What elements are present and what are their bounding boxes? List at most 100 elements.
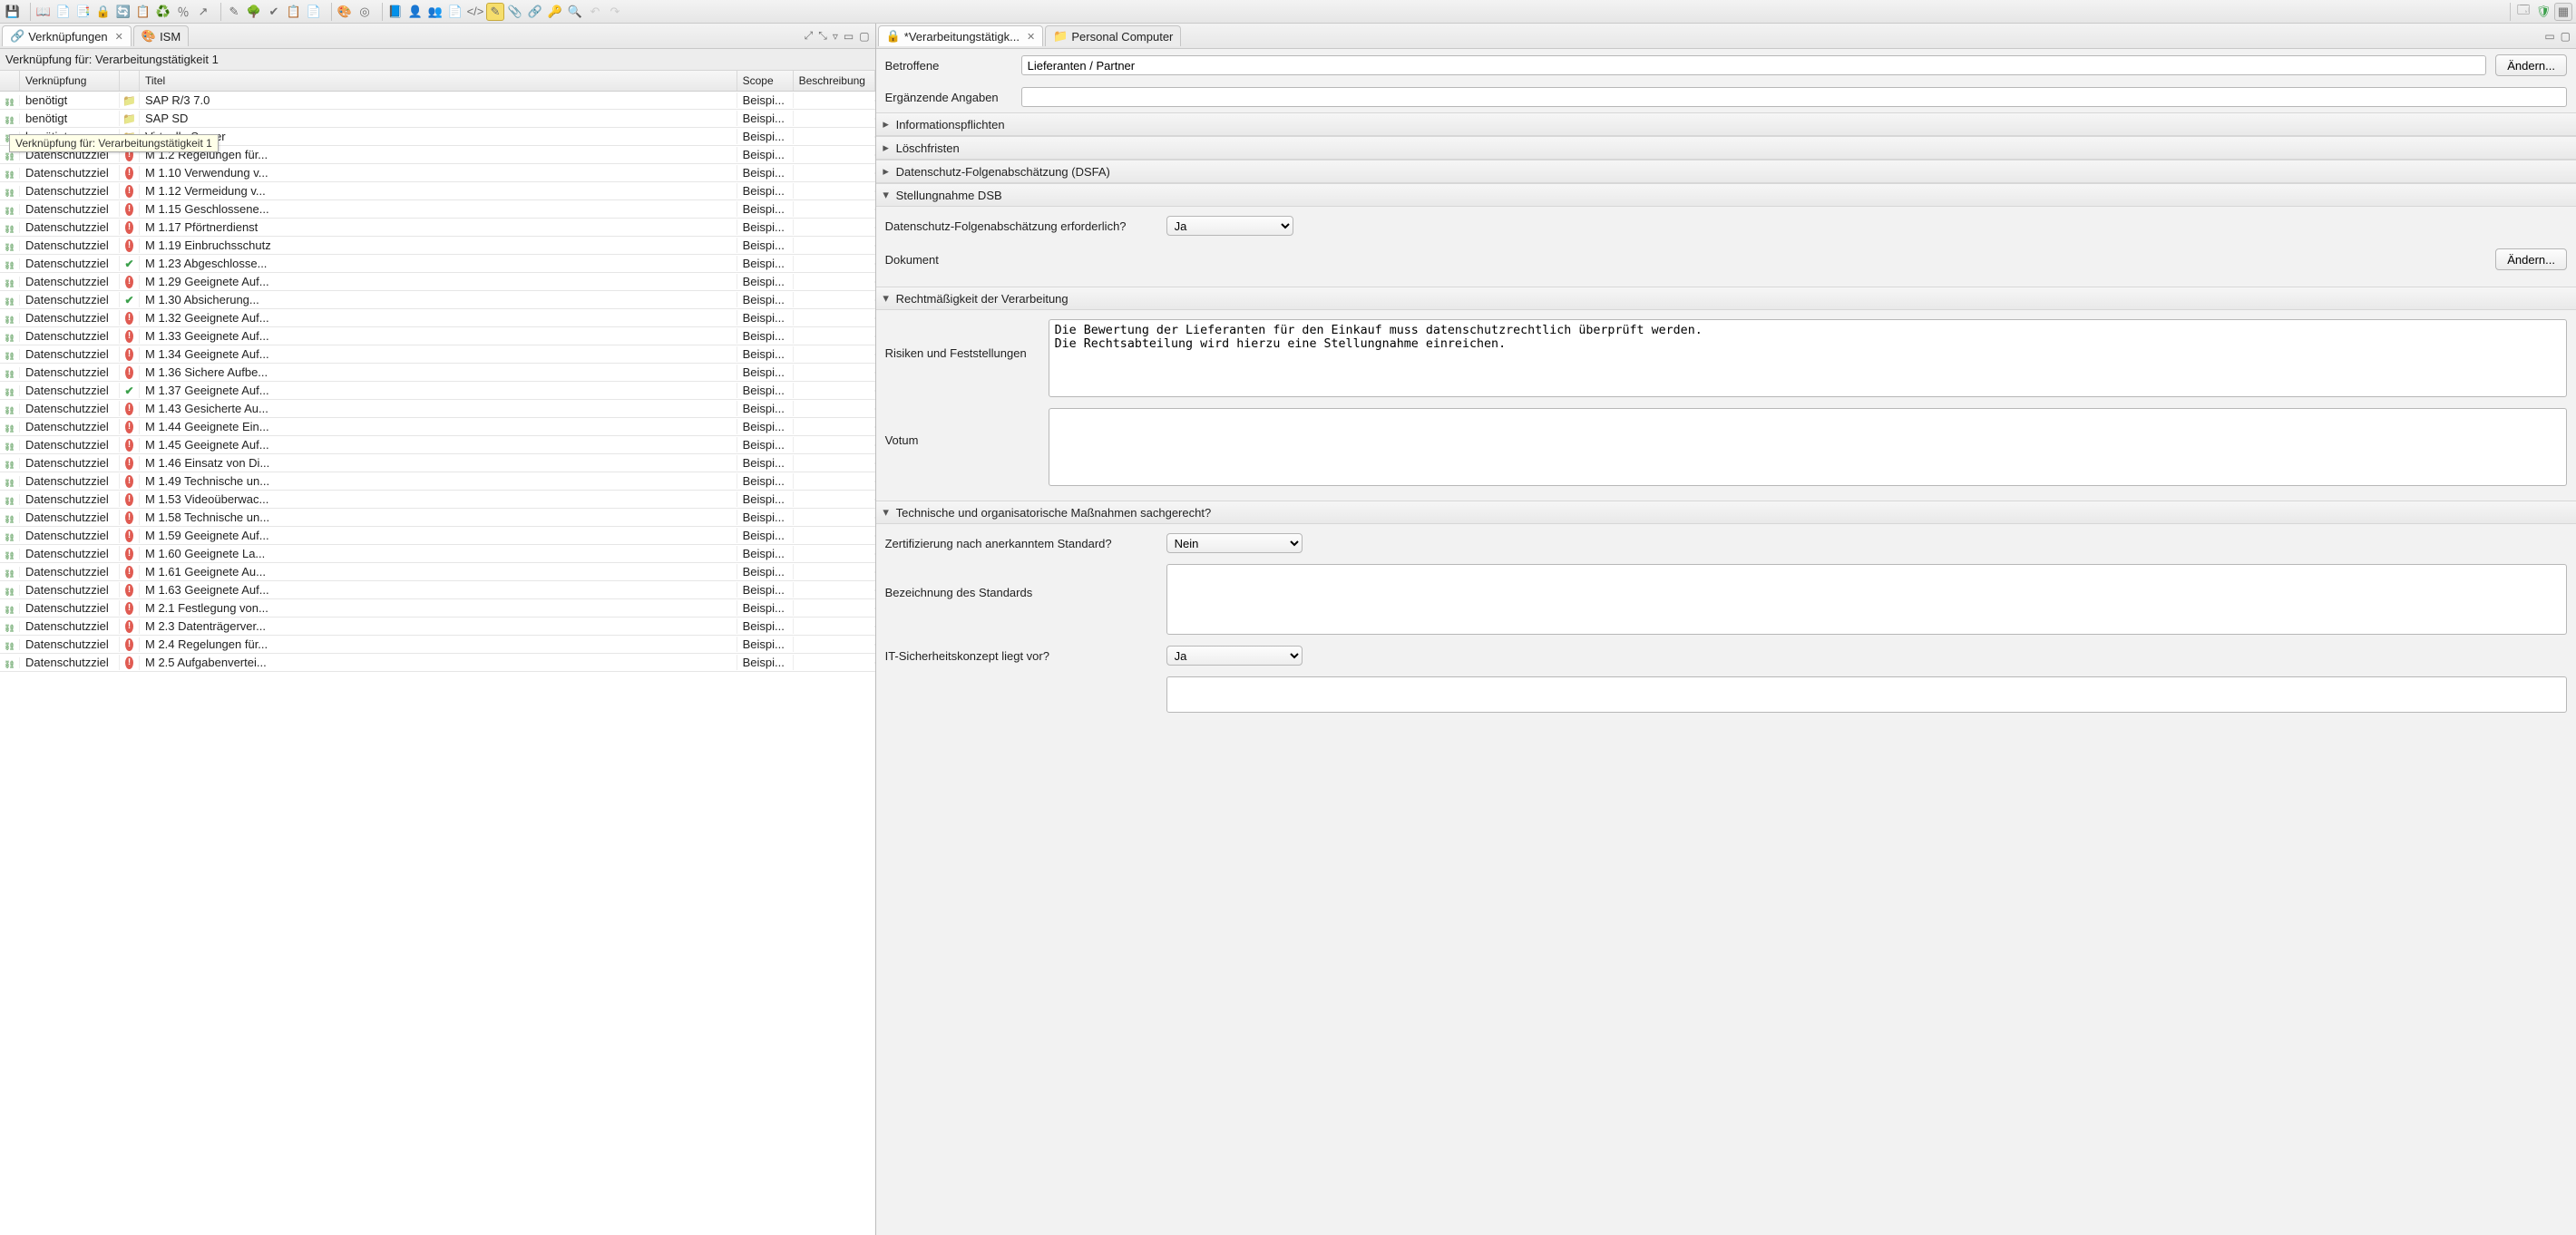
row-title: M 2.1 Festlegung von... [140, 600, 737, 616]
table-row[interactable]: DatenschutzzielM 1.23 Abgeschlosse...Bei… [0, 255, 875, 273]
shield-ok-icon[interactable]: 🛡 [2534, 3, 2552, 21]
save-icon[interactable]: 💾 [4, 3, 22, 21]
table-row[interactable]: DatenschutzzielM 1.17 PförtnerdienstBeis… [0, 219, 875, 237]
tab-personal-computer[interactable]: 📁 Personal Computer [1045, 25, 1181, 46]
paste-icon[interactable]: 📑 [74, 3, 93, 21]
table-row[interactable]: DatenschutzzielM 1.45 Geeignete Auf...Be… [0, 436, 875, 454]
col-scope[interactable]: Scope [737, 71, 794, 91]
palette-icon[interactable]: 🎨 [336, 3, 354, 21]
tab-verarbeitungstaetigkeit[interactable]: 🔒 *Verarbeitungstätigk... ✕ [878, 25, 1044, 46]
attach-icon[interactable]: 📎 [506, 3, 524, 21]
export-icon[interactable]: ↗ [194, 3, 212, 21]
tab-verknuepfungen[interactable]: 🔗 Verknüpfungen ✕ [2, 25, 132, 46]
table-row[interactable]: benötigtSAP SDBeispi... [0, 110, 875, 128]
table-row[interactable]: DatenschutzzielM 1.53 Videoüberwac...Bei… [0, 491, 875, 509]
col-link[interactable]: Verknüpfung [20, 71, 120, 91]
itsec-textarea[interactable] [1166, 676, 2567, 713]
table-row[interactable]: DatenschutzzielM 1.29 Geeignete Auf...Be… [0, 273, 875, 291]
col-desc[interactable]: Beschreibung [794, 71, 875, 91]
dokument-change-button[interactable]: Ändern... [2495, 248, 2567, 270]
lock-icon[interactable]: 🔒 [94, 3, 112, 21]
col-icon[interactable] [0, 71, 20, 91]
table-row[interactable]: DatenschutzzielM 1.60 Geeignete La...Bei… [0, 545, 875, 563]
check-icon[interactable]: ✔ [265, 3, 283, 21]
table-row[interactable]: DatenschutzzielM 2.1 Festlegung von...Be… [0, 599, 875, 618]
table-row[interactable]: DatenschutzzielM 1.49 Technische un...Be… [0, 472, 875, 491]
list-icon[interactable]: 📋 [134, 3, 152, 21]
col-title[interactable]: Titel [140, 71, 737, 91]
redo-icon[interactable]: ↷ [606, 3, 624, 21]
table-row[interactable]: DatenschutzzielM 1.43 Gesicherte Au...Be… [0, 400, 875, 418]
table-row[interactable]: DatenschutzzielM 1.30 Absicherung...Beis… [0, 291, 875, 309]
dsfa-required-select[interactable]: Ja [1166, 216, 1293, 236]
search-icon[interactable]: 🔍 [566, 3, 584, 21]
section-rechtmaessigkeit[interactable]: ▾ Rechtmäßigkeit der Verarbeitung [876, 287, 2576, 310]
section-tom[interactable]: ▾ Technische und organisatorische Maßnah… [876, 501, 2576, 524]
table-row[interactable]: DatenschutzzielM 2.4 Regelungen für...Be… [0, 636, 875, 654]
book-icon[interactable]: 📖 [34, 3, 53, 21]
percent-icon[interactable]: ％ [174, 3, 192, 21]
risiken-textarea[interactable]: Die Bewertung der Lieferanten für den Ei… [1049, 319, 2567, 397]
pen-icon[interactable]: ✎ [225, 3, 243, 21]
table-row[interactable]: DatenschutzzielM 1.32 Geeignete Auf...Be… [0, 309, 875, 327]
ergaenzende-input[interactable] [1021, 87, 2567, 107]
table-row[interactable]: DatenschutzzielM 1.59 Geeignete Auf...Be… [0, 527, 875, 545]
maximize-icon[interactable]: ▢ [857, 28, 871, 44]
table-row[interactable]: DatenschutzzielM 1.61 Geeignete Au...Bei… [0, 563, 875, 581]
key-icon[interactable]: 🔑 [546, 3, 564, 21]
votum-textarea[interactable] [1049, 408, 2567, 486]
table-row[interactable]: DatenschutzzielM 1.37 Geeignete Auf...Be… [0, 382, 875, 400]
table-row[interactable]: DatenschutzzielM 1.15 Geschlossene...Bei… [0, 200, 875, 219]
minimize-icon[interactable]: ▭ [842, 28, 855, 44]
table-row[interactable]: DatenschutzzielM 1.63 Geeignete Auf...Be… [0, 581, 875, 599]
betroffene-change-button[interactable]: Ändern... [2495, 54, 2567, 76]
table-row[interactable]: DatenschutzzielM 1.58 Technische un...Be… [0, 509, 875, 527]
minimize-icon[interactable]: ▭ [2542, 28, 2556, 44]
table-row[interactable]: DatenschutzzielM 1.19 EinbruchsschutzBei… [0, 237, 875, 255]
target-icon[interactable]: ◎ [356, 3, 374, 21]
close-icon[interactable]: ✕ [115, 31, 123, 43]
betroffene-input[interactable] [1021, 55, 2487, 75]
refresh-icon[interactable]: 🔄 [114, 3, 132, 21]
row-link: Datenschutzziel [20, 419, 120, 434]
section-dsfa[interactable]: ▸ Datenschutz-Folgenabschätzung (DSFA) [876, 160, 2576, 183]
close-icon[interactable]: ✕ [1027, 31, 1035, 43]
maximize-icon[interactable]: ▢ [2559, 28, 2572, 44]
table-row[interactable]: DatenschutzzielM 1.33 Geeignete Auf...Be… [0, 327, 875, 345]
table-row[interactable]: DatenschutzzielM 1.44 Geeignete Ein...Be… [0, 418, 875, 436]
clipboard-icon[interactable]: 📋 [285, 3, 303, 21]
collapse-icon[interactable]: ⤡ [816, 27, 829, 44]
section-informationspflichten[interactable]: ▸ Informationspflichten [876, 112, 2576, 136]
table-row[interactable]: DatenschutzzielM 1.10 Verwendung v...Bei… [0, 164, 875, 182]
page-icon[interactable]: 📄 [305, 3, 323, 21]
itsec-select[interactable]: Ja [1166, 646, 1303, 666]
doc-icon[interactable]: 📄 [446, 3, 464, 21]
table-row[interactable]: DatenschutzzielM 1.36 Sichere Aufbe...Be… [0, 364, 875, 382]
link-icon[interactable]: 🔗 [526, 3, 544, 21]
undo-icon[interactable]: ↶ [586, 3, 604, 21]
user-icon[interactable]: 👤 [406, 3, 424, 21]
menu-icon[interactable]: ▿ [831, 28, 840, 44]
code-icon[interactable]: </> [466, 3, 484, 21]
table-row[interactable]: DatenschutzzielM 1.34 Geeignete Auf...Be… [0, 345, 875, 364]
table-row[interactable]: DatenschutzzielM 1.12 Vermeidung v...Bei… [0, 182, 875, 200]
bez-textarea[interactable] [1166, 564, 2567, 635]
grid-icon[interactable]: ▦ [2554, 3, 2572, 21]
tree-icon[interactable]: 🌳 [245, 3, 263, 21]
table-row[interactable]: DatenschutzzielM 2.5 Aufgabenvertei...Be… [0, 654, 875, 672]
tab-ism[interactable]: 🎨 ISM [133, 25, 189, 46]
note-icon[interactable]: ✎ [486, 3, 504, 21]
section-stellungnahme[interactable]: ▾ Stellungnahme DSB [876, 183, 2576, 207]
perspective-icon[interactable]: 🗔 [2514, 3, 2532, 21]
users-icon[interactable]: 👥 [426, 3, 444, 21]
copy-icon[interactable]: 📄 [54, 3, 73, 21]
zert-select[interactable]: Nein [1166, 533, 1303, 553]
cycle-icon[interactable]: ♻️ [154, 3, 172, 21]
table-row[interactable]: DatenschutzzielM 2.3 Datenträgerver...Be… [0, 618, 875, 636]
expand-icon[interactable]: ⤢ [803, 27, 815, 44]
table-row[interactable]: DatenschutzzielM 1.46 Einsatz von Di...B… [0, 454, 875, 472]
col-ticon[interactable] [120, 71, 140, 91]
book2-icon[interactable]: 📘 [386, 3, 405, 21]
table-row[interactable]: benötigtSAP R/3 7.0Beispi... [0, 92, 875, 110]
section-loeschfristen[interactable]: ▸ Löschfristen [876, 136, 2576, 160]
